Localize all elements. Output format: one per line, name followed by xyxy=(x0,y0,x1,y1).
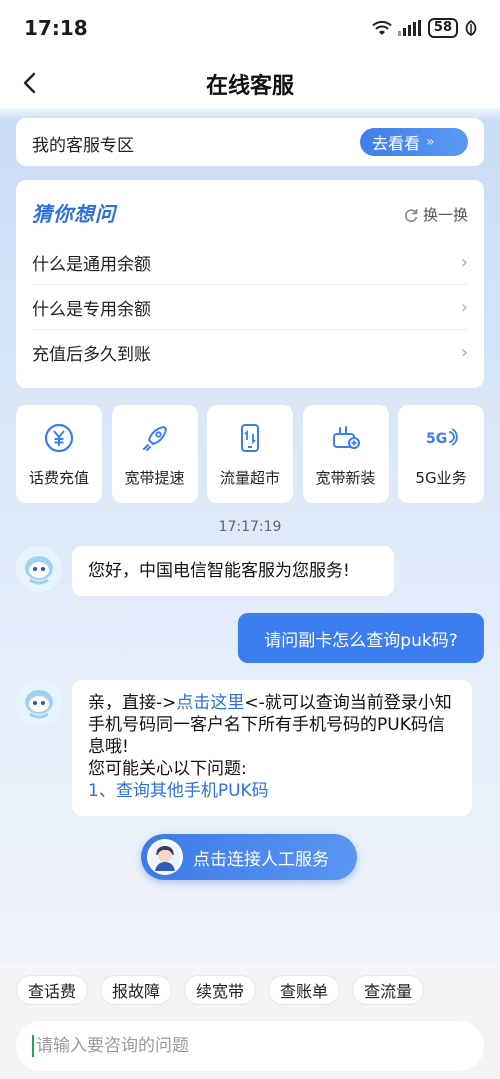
click-here-link[interactable]: 点击这里 xyxy=(176,693,244,713)
service-label: 话费充值 xyxy=(28,469,89,487)
service-label: 5G业务 xyxy=(415,469,467,487)
user-message-bubble: 请问副卡怎么查询puk码? xyxy=(238,613,484,663)
refresh-button[interactable]: 换一换 xyxy=(403,204,468,225)
page-title: 在线客服 xyxy=(205,74,294,99)
service-5g[interactable]: 5G 5G业务 xyxy=(398,405,484,503)
battery-indicator: 58 xyxy=(427,18,458,38)
phone-data-icon xyxy=(233,421,267,455)
double-chevron-icon: » xyxy=(426,134,434,150)
nav-bar: 在线客服 xyxy=(0,58,500,108)
guess-title: 猜你想问 xyxy=(32,202,116,226)
faq-item-label: 什么是专用余额 xyxy=(32,299,151,320)
5g-icon: 5G xyxy=(424,421,458,455)
quick-tags: 查话费 报故障 续宽带 查账单 查流量 xyxy=(16,975,425,1005)
service-label: 流量超市 xyxy=(219,469,280,487)
guess-you-ask-card: 猜你想问 换一换 什么是通用余额 › 什么是专用余额 › 充值后多久到账 › xyxy=(16,180,484,388)
refresh-label: 换一换 xyxy=(422,206,468,224)
agent-avatar-icon xyxy=(147,839,183,875)
chevron-right-icon: › xyxy=(460,342,468,363)
bot-greeting-bubble: 您好，中国电信智能客服为您服务! xyxy=(72,546,394,596)
zone-title: 我的客服专区 xyxy=(32,136,134,156)
refresh-icon xyxy=(404,208,418,222)
quick-tag-check-data[interactable]: 查流量 xyxy=(352,975,425,1005)
quick-tag-check-bill[interactable]: 查话费 xyxy=(16,975,89,1005)
bot-avatar-icon xyxy=(16,680,62,726)
faq-item[interactable]: 什么是专用余额 › xyxy=(32,285,468,330)
connect-human-label: 点击连接人工服务 xyxy=(193,849,329,870)
service-new-broadband[interactable]: 宽带新装 xyxy=(302,405,389,503)
related-title: 您可能关心以下问题: xyxy=(88,759,247,779)
service-label: 宽带新装 xyxy=(315,469,376,487)
chat-timestamp: 17:17:19 xyxy=(218,519,282,535)
question-input-box[interactable] xyxy=(16,1021,484,1071)
status-icons: 58 xyxy=(372,18,478,38)
quick-action-bar: 查话费 报故障 续宽带 查账单 查流量 xyxy=(0,962,500,1079)
quick-tag-renew-broadband[interactable]: 续宽带 xyxy=(184,975,257,1005)
go-see-label: 去看看 xyxy=(372,134,421,153)
service-data-market[interactable]: 流量超市 xyxy=(207,405,293,503)
bot-avatar-icon xyxy=(16,546,62,592)
service-broadband-speedup[interactable]: 宽带提速 xyxy=(111,405,198,503)
connect-human-button[interactable]: 点击连接人工服务 xyxy=(141,834,357,880)
bot-answer-bubble: 亲，直接->点击这里<-就可以查询当前登录小知手机号码同一客户名下所有手机号码的… xyxy=(72,680,472,816)
status-time: 17:18 xyxy=(24,16,88,40)
quick-tag-report-fault[interactable]: 报故障 xyxy=(100,975,173,1005)
service-shortcuts: 话费充值 宽带提速 流量超市 宽带新装 5G 5G业务 xyxy=(16,405,484,503)
chevron-right-icon: › xyxy=(460,296,468,318)
wifi-icon xyxy=(372,20,392,36)
faq-item[interactable]: 充值后多久到账 › xyxy=(32,330,468,375)
quick-tag-check-statement[interactable]: 查账单 xyxy=(268,975,341,1005)
svg-text:5G: 5G xyxy=(426,431,447,447)
service-recharge[interactable]: 话费充值 xyxy=(16,405,102,503)
router-icon xyxy=(329,421,363,455)
faq-item[interactable]: 什么是通用余额 › xyxy=(32,240,468,285)
signal-icon xyxy=(397,20,422,36)
related-question-link[interactable]: 1、查询其他手机PUK码 xyxy=(88,781,269,801)
answer-prefix: 亲，直接-> xyxy=(88,693,177,713)
faq-item-label: 充值后多久到账 xyxy=(32,345,151,365)
question-input[interactable] xyxy=(36,1036,456,1056)
service-label: 宽带提速 xyxy=(124,469,185,487)
yuan-coin-icon xyxy=(42,421,76,455)
text-caret xyxy=(32,1035,34,1057)
chevron-right-icon: › xyxy=(460,251,468,273)
faq-list: 什么是通用余额 › 什么是专用余额 › 充值后多久到账 › xyxy=(32,240,468,375)
battery-level: 58 xyxy=(433,20,452,35)
my-service-zone-card: 我的客服专区 去看看 » xyxy=(16,118,484,166)
faq-item-label: 什么是通用余额 xyxy=(32,254,151,275)
status-bar: 17:18 58 xyxy=(0,0,500,58)
rocket-icon xyxy=(138,421,172,455)
leaf-icon xyxy=(464,20,478,36)
go-see-button[interactable]: 去看看 » xyxy=(360,128,468,156)
